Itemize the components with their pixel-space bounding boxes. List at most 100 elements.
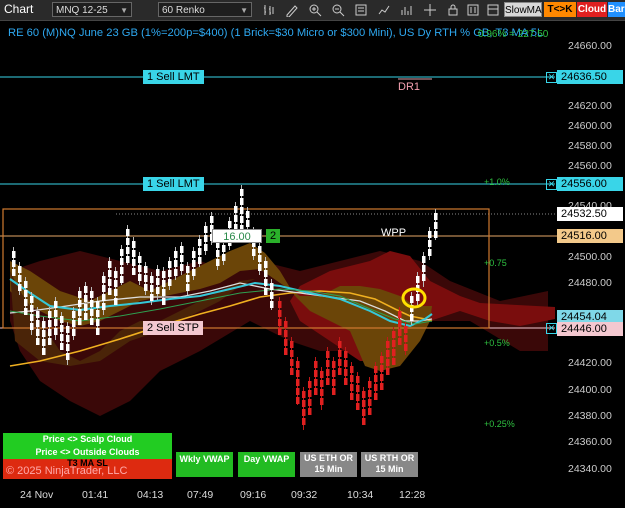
price-label: 24560.00 [568, 160, 612, 172]
renko-brick [270, 292, 274, 299]
time-label: 12:28 [399, 489, 426, 501]
renko-brick [126, 229, 130, 236]
tck-button[interactable]: T<>K [544, 2, 576, 17]
time-label: 09:32 [291, 489, 318, 501]
us-rth-or-button[interactable]: US RTH OR 15 Min [361, 452, 418, 477]
indicators-icon[interactable] [400, 3, 414, 17]
renko-brick [24, 281, 28, 288]
draw-tool-icon[interactable] [285, 3, 299, 18]
renko-brick [404, 344, 408, 351]
renko-brick [398, 311, 402, 318]
renko-brick [252, 249, 256, 256]
properties-icon[interactable] [354, 3, 368, 17]
renko-brick [42, 330, 46, 337]
price-tag-sell-lmt-1: 24636.50 [557, 70, 623, 84]
renko-brick [368, 408, 372, 415]
position-quantity[interactable]: 2 [266, 229, 281, 243]
renko-brick [240, 189, 244, 196]
renko-brick [48, 311, 52, 318]
strategies-icon[interactable] [377, 3, 391, 17]
us-eth-or-button[interactable]: US ETH OR 15 Min [300, 452, 357, 477]
bars-button[interactable]: Bars [608, 2, 625, 17]
renko-brick [410, 296, 414, 303]
legend-scalp-text: Price <> Scalp Cloud [42, 434, 133, 444]
price-label: 24500.00 [568, 251, 612, 263]
renko-brick [54, 310, 58, 317]
price-label: 24600.00 [568, 120, 612, 132]
chevron-down-icon: ▼ [120, 6, 128, 15]
header-overlay-pct: 0.96% = 227.50 [478, 29, 549, 40]
time-label: 01:41 [82, 489, 109, 501]
wkly-vwap-button[interactable]: Wkly VWAP [176, 452, 233, 477]
instrument-value: MNQ 12-25 [56, 5, 108, 16]
sell-lmt-order-1[interactable]: 1 Sell LMT [143, 70, 204, 84]
renko-brick [320, 380, 324, 387]
price-tag-sell-stp: 24446.00 [557, 322, 623, 336]
data-box-icon[interactable] [486, 3, 500, 17]
bar-type-selector[interactable]: 60 Renko ▼ [158, 2, 252, 17]
time-label: 10:34 [347, 489, 374, 501]
renko-brick [48, 329, 52, 336]
renko-brick [24, 299, 28, 306]
renko-brick [54, 301, 58, 308]
renko-brick [18, 284, 22, 291]
renko-brick [302, 409, 306, 416]
renko-brick [246, 211, 250, 218]
renko-brick [36, 311, 40, 318]
sell-stp-order[interactable]: 2 Sell STP [143, 321, 203, 335]
position-price[interactable]: 16.00 [212, 229, 262, 243]
renko-brick [386, 341, 390, 348]
renko-brick [222, 245, 226, 252]
renko-brick [404, 326, 408, 333]
renko-brick [356, 403, 360, 410]
zoom-out-icon[interactable] [331, 3, 345, 17]
renko-brick [278, 319, 282, 326]
price-label: 24340.00 [568, 463, 612, 475]
zoom-in-icon[interactable] [308, 3, 322, 17]
renko-brick [308, 381, 312, 388]
renko-brick [314, 370, 318, 377]
renko-brick [326, 369, 330, 376]
renko-brick [180, 255, 184, 262]
renko-brick [120, 276, 124, 283]
renko-brick [78, 300, 82, 307]
renko-brick [90, 300, 94, 307]
bar-style-icon[interactable] [262, 3, 276, 17]
renko-brick [296, 361, 300, 368]
renko-brick [216, 259, 220, 266]
renko-brick [108, 279, 112, 286]
price-label: 24580.00 [568, 140, 612, 152]
renko-brick [78, 291, 82, 298]
renko-brick [308, 399, 312, 406]
cloud-button[interactable]: Cloud [577, 2, 607, 17]
chart-trader-icon[interactable] [466, 3, 480, 17]
instrument-selector[interactable]: MNQ 12-25 ▼ [52, 2, 132, 17]
renko-brick [144, 284, 148, 291]
renko-brick [66, 344, 70, 351]
close-order-1-icon[interactable]: ✕ [546, 72, 557, 83]
renko-brick [192, 251, 196, 258]
slowma-button[interactable]: SlowMA [504, 2, 542, 17]
day-vwap-button[interactable]: Day VWAP [238, 452, 295, 477]
renko-brick [434, 213, 438, 220]
renko-brick [320, 371, 324, 378]
renko-brick [114, 289, 118, 296]
renko-brick [416, 276, 420, 283]
renko-brick [374, 366, 378, 373]
renko-brick [290, 359, 294, 366]
crosshair-icon[interactable] [423, 3, 437, 17]
renko-brick [278, 328, 282, 335]
renko-brick [72, 329, 76, 336]
renko-brick [132, 241, 136, 248]
sell-lmt-order-2[interactable]: 1 Sell LMT [143, 177, 204, 191]
close-order-3-icon[interactable]: ✕ [546, 323, 557, 334]
close-order-2-icon[interactable]: ✕ [546, 179, 557, 190]
lock-icon[interactable] [446, 3, 460, 17]
chart-panel[interactable]: RE 60 (M)NQ June 23 GB (1%=200p=$400) (1… [0, 21, 625, 508]
renko-brick [434, 231, 438, 238]
renko-brick [198, 239, 202, 246]
renko-brick [428, 240, 432, 247]
renko-brick [284, 321, 288, 328]
renko-brick [216, 250, 220, 257]
price-tag-entry: 24516.00 [557, 229, 623, 243]
